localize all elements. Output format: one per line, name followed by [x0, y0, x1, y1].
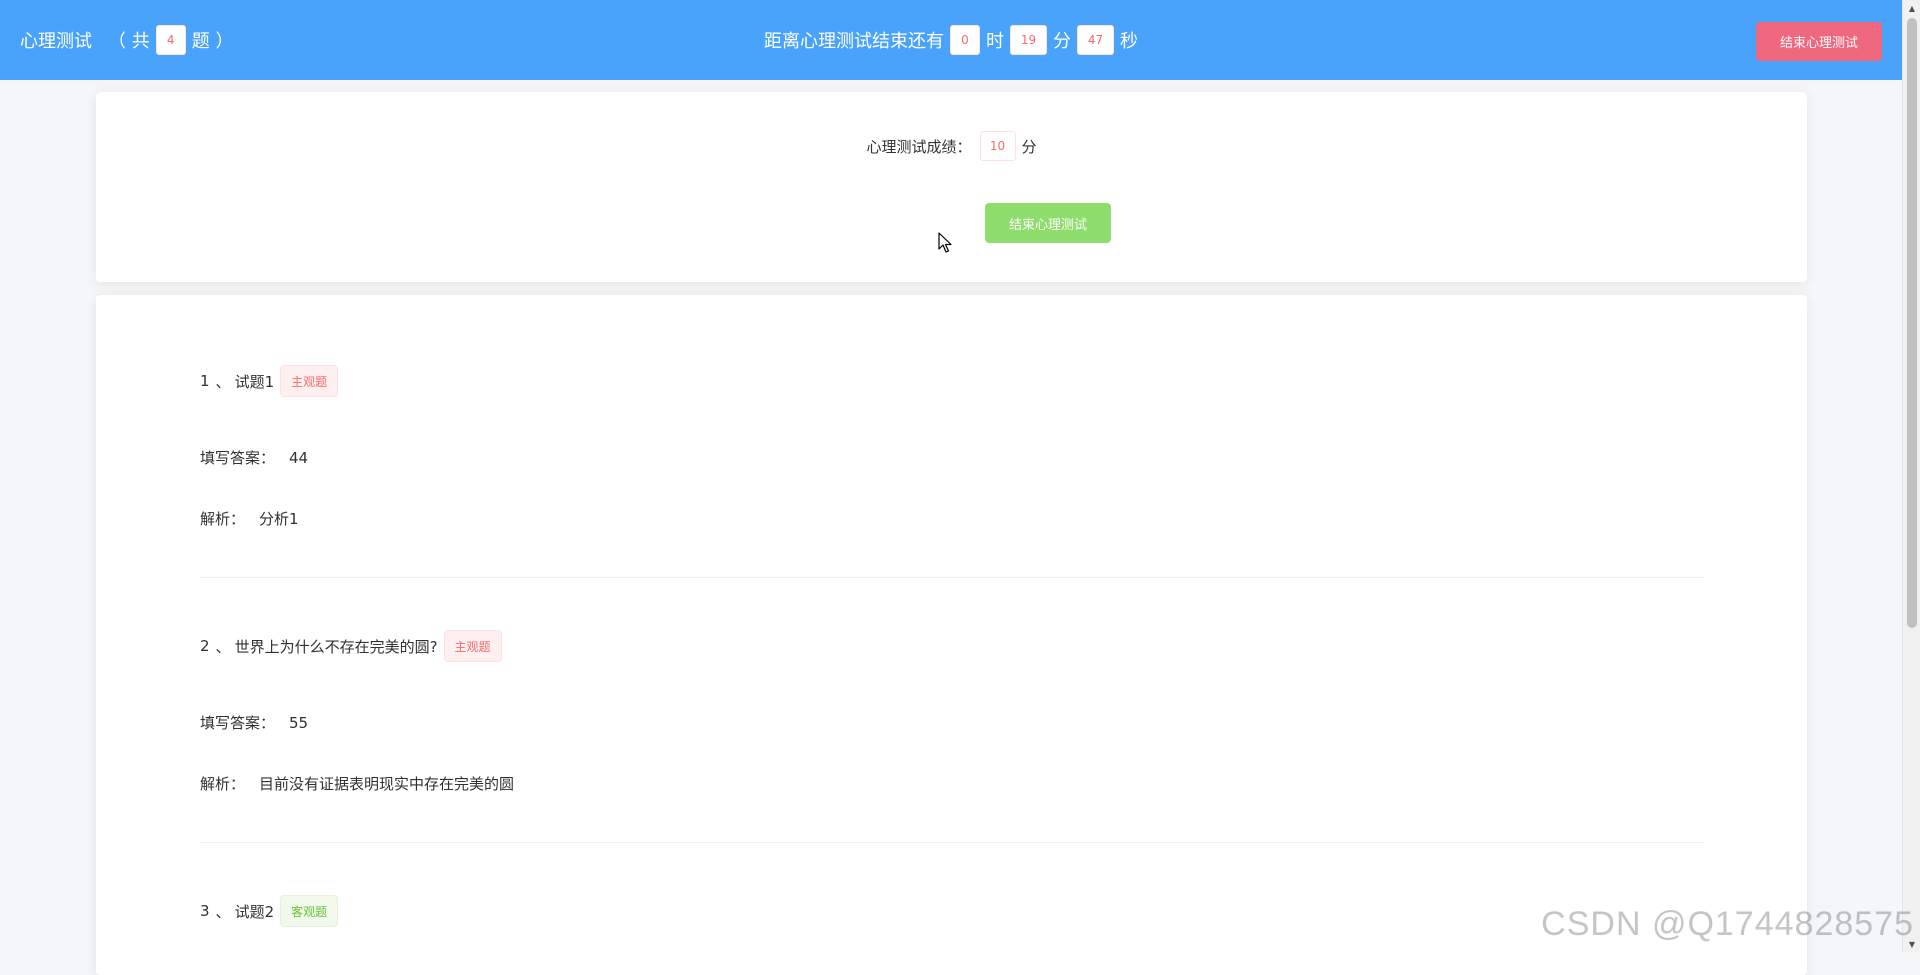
countdown-hours-unit: 时	[986, 27, 1004, 53]
question-count-badge: 4	[156, 25, 186, 55]
question-divider	[200, 842, 1704, 843]
score-label: 心理测试成绩：	[866, 136, 971, 157]
answer-row: 填写答案： 55	[200, 712, 308, 733]
question-title: 3 、 试题2 客观题	[200, 895, 1704, 927]
analysis-value: 分析1	[259, 510, 299, 528]
exam-title: 心理测试	[20, 27, 92, 53]
countdown-seconds-unit: 秒	[1120, 27, 1138, 53]
exam-title-group: 心理测试 （ 共 4 题 ）	[20, 0, 233, 80]
score-value-badge: 10	[980, 131, 1016, 161]
countdown-minutes-unit: 分	[1053, 27, 1071, 53]
question-item: 3 、 试题2 客观题	[200, 895, 1704, 927]
question-text: 试题2	[235, 901, 275, 922]
analysis-row: 解析： 分析1	[200, 508, 299, 529]
countdown-label: 距离心理测试结束还有	[764, 27, 944, 53]
question-number: 2	[200, 637, 210, 655]
end-test-button[interactable]: 结束心理测试	[985, 203, 1111, 243]
end-test-button-header[interactable]: 结束心理测试	[1756, 22, 1882, 61]
question-item: 1 、 试题1 主观题 填写答案：44 解析：分析1	[200, 365, 1704, 397]
countdown-timer: 距离心理测试结束还有 0 时 19 分 47 秒	[0, 0, 1902, 80]
question-title: 1 、 试题1 主观题	[200, 365, 1704, 397]
question-type-tag: 主观题	[444, 630, 502, 662]
question-separator: 、	[216, 636, 231, 657]
question-type-tag: 主观题	[280, 365, 338, 397]
analysis-row: 解析： 目前没有证据表明现实中存在完美的圆	[200, 773, 514, 794]
question-text: 世界上为什么不存在完美的圆?	[235, 636, 438, 657]
analysis-label: 解析：	[200, 510, 245, 528]
scrollbar-thumb[interactable]	[1907, 18, 1917, 628]
question-text: 试题1	[235, 371, 275, 392]
countdown-minutes: 19	[1010, 25, 1047, 55]
analysis-label: 解析：	[200, 775, 245, 793]
question-separator: 、	[216, 901, 231, 922]
countdown-hours: 0	[950, 25, 980, 55]
score-unit: 分	[1022, 136, 1037, 157]
answer-row: 填写答案： 44	[200, 447, 308, 468]
answer-label: 填写答案：	[200, 449, 275, 467]
question-count-suffix: 题 ）	[192, 27, 234, 53]
question-title: 2 、 世界上为什么不存在完美的圆? 主观题	[200, 630, 1704, 662]
score-line: 心理测试成绩： 10 分	[96, 131, 1807, 161]
answer-label: 填写答案：	[200, 714, 275, 732]
question-number: 3	[200, 902, 210, 920]
question-separator: 、	[216, 371, 231, 392]
question-divider	[200, 577, 1704, 578]
countdown-seconds: 47	[1077, 25, 1114, 55]
mouse-pointer-icon	[938, 232, 952, 254]
questions-card: 1 、 试题1 主观题 填写答案：44 解析：分析1 2 、 世界上为什么不存在…	[96, 295, 1807, 975]
question-type-tag: 客观题	[280, 895, 338, 927]
question-number: 1	[200, 372, 210, 390]
answer-value: 44	[289, 449, 308, 467]
answer-value: 55	[289, 714, 308, 732]
page-scrollbar[interactable]: ▲ ▼	[1902, 0, 1920, 952]
question-item: 2 、 世界上为什么不存在完美的圆? 主观题 填写答案：55 解析：目前没有证据…	[200, 630, 1704, 662]
question-count-prefix: （ 共	[108, 27, 150, 53]
triangle-up-icon[interactable]: ▲	[1903, 0, 1920, 16]
top-header: 心理测试 （ 共 4 题 ） 距离心理测试结束还有 0 时 19 分 47 秒 …	[0, 0, 1902, 80]
watermark: CSDN @Q1744828575	[1541, 905, 1914, 944]
analysis-value: 目前没有证据表明现实中存在完美的圆	[259, 775, 514, 793]
